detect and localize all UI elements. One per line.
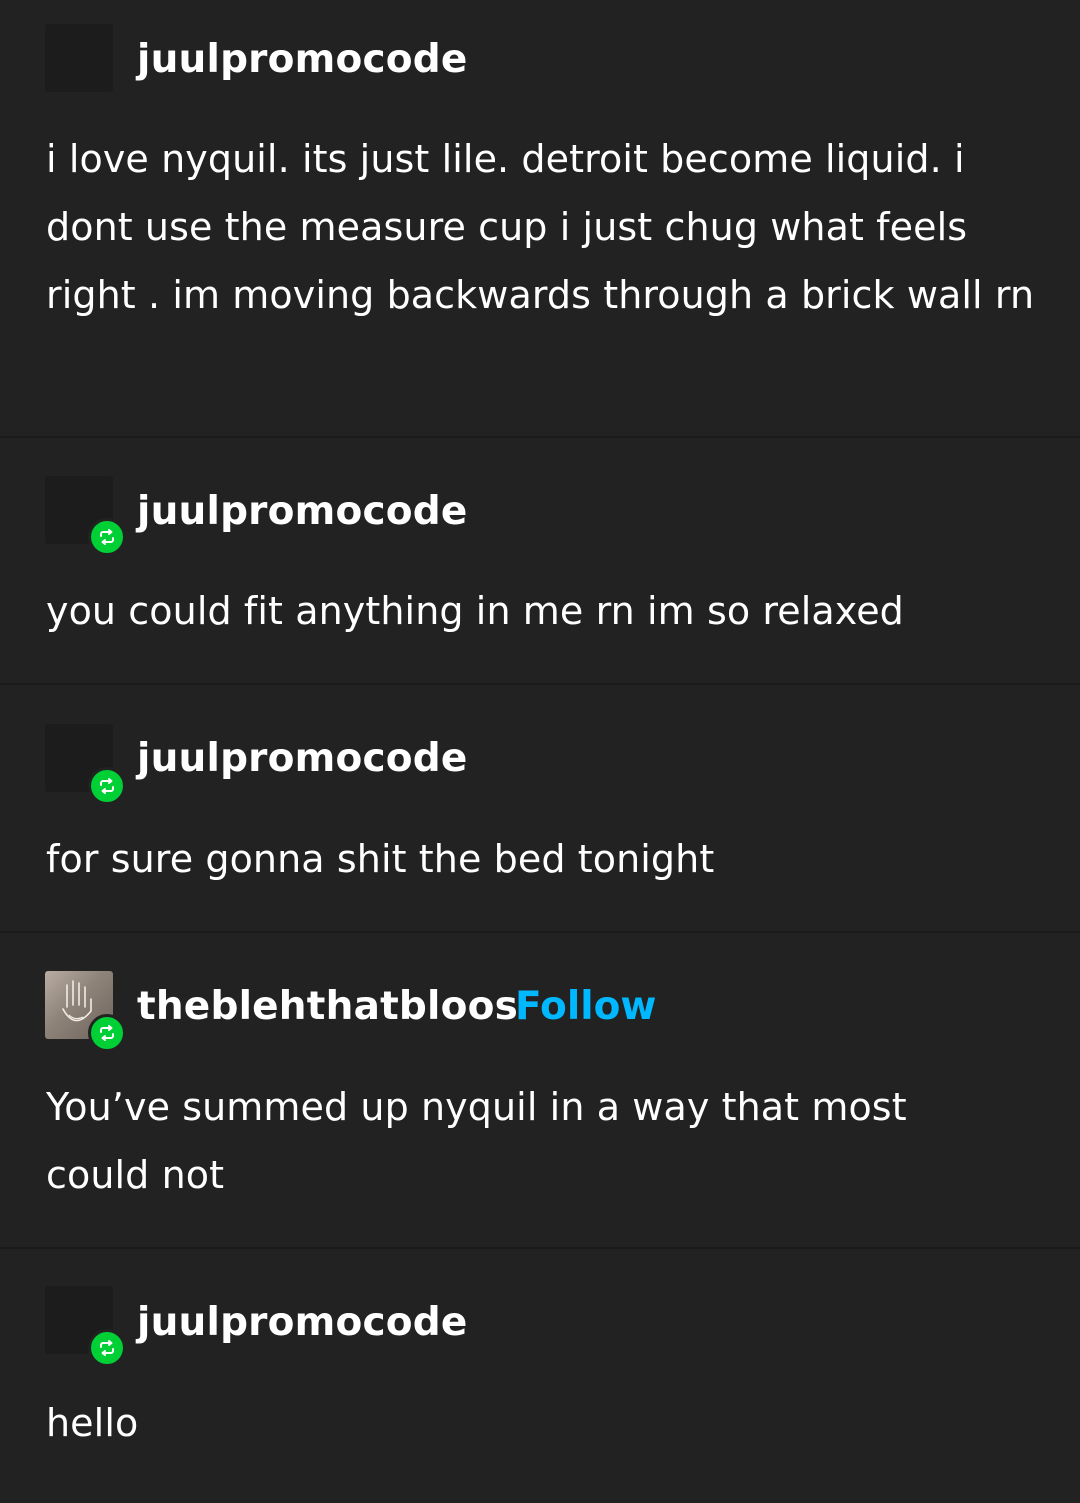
reblog-icon: [88, 518, 126, 556]
username[interactable]: juulpromocode: [137, 36, 468, 84]
post-2: juulpromocode you could fit anything in …: [0, 438, 1080, 684]
username[interactable]: theblehthatbloos: [137, 983, 518, 1031]
username[interactable]: juulpromocode: [137, 488, 468, 536]
reblog-icon: [88, 1014, 126, 1052]
username[interactable]: juulpromocode: [137, 1299, 468, 1347]
avatar[interactable]: [45, 24, 113, 92]
follow-button[interactable]: Follow: [515, 983, 656, 1031]
post-text: hello: [46, 1401, 139, 1445]
post-text: for sure gonna shit the bed tonight: [46, 837, 715, 881]
post-3: juulpromocode for sure gonna shit the be…: [0, 685, 1080, 932]
post-text: You’ve summed up nyquil in a way that mo…: [46, 1085, 907, 1197]
post-1: juulpromocode i love nyquil. its just li…: [0, 0, 1080, 437]
reblog-icon: [88, 1329, 126, 1367]
reblog-icon: [88, 767, 126, 805]
post-text: you could fit anything in me rn im so re…: [46, 589, 904, 633]
post-5: juulpromocode hello: [0, 1249, 1080, 1503]
username[interactable]: juulpromocode: [137, 735, 468, 783]
post-4: theblehthatbloos Follow You’ve summed up…: [0, 933, 1080, 1248]
post-text: i love nyquil. its just lile. detroit be…: [46, 137, 1035, 317]
